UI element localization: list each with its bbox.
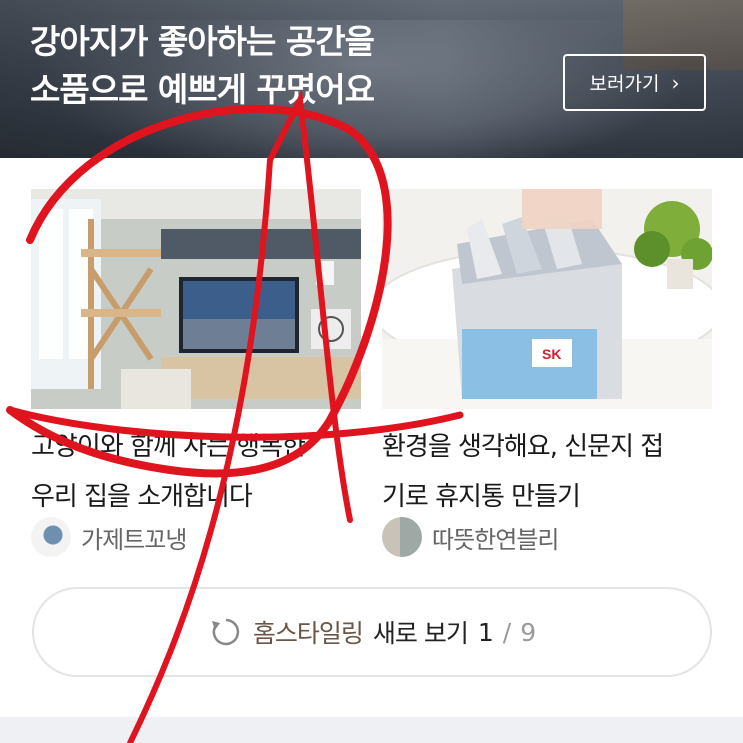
avatar: [31, 517, 71, 557]
chevron-right-icon: ›: [671, 70, 680, 95]
page-separator: /: [502, 617, 512, 647]
card-title[interactable]: 고양이와 함께 사는 행복한 우리 집을 소개합니다: [31, 422, 371, 522]
view-more-label: 보러가기: [589, 73, 660, 95]
card-author[interactable]: 가제트꼬냉: [31, 517, 187, 557]
author-name: 가제트꼬냉: [81, 525, 187, 554]
svg-text:SK: SK: [542, 346, 561, 362]
banner-title-line2: 소품으로 예쁘게 꾸몄어요: [30, 70, 375, 109]
card-thumbnail-newspaper-bin[interactable]: SK: [382, 189, 712, 409]
avatar: [382, 517, 422, 557]
refresh-label: 새로 보기: [372, 619, 469, 648]
promo-banner[interactable]: 강아지가 좋아하는 공간을 소품으로 예쁘게 꾸몄어요 보러가기 ›: [0, 0, 743, 158]
section-divider: [0, 717, 743, 743]
card-title[interactable]: 환경을 생각해요, 신문지 접 기로 휴지통 만들기: [382, 422, 722, 522]
card-author[interactable]: 따뜻한연블리: [382, 517, 559, 557]
banner-title-line1: 강아지가 좋아하는 공간을: [30, 22, 375, 61]
refresh-icon: [211, 618, 239, 646]
refresh-category-label: 홈스타일링: [252, 619, 364, 648]
total-pages: 9: [520, 617, 536, 647]
refresh-recommendations-button[interactable]: 홈스타일링 새로 보기 1 / 9: [32, 587, 712, 677]
banner-title: 강아지가 좋아하는 공간을 소품으로 예쁘게 꾸몄어요: [30, 18, 530, 114]
view-more-button[interactable]: 보러가기 ›: [563, 54, 706, 111]
card-thumbnail-cat-home[interactable]: [31, 189, 361, 409]
author-name: 따뜻한연블리: [432, 525, 559, 554]
current-page: 1: [477, 617, 494, 647]
